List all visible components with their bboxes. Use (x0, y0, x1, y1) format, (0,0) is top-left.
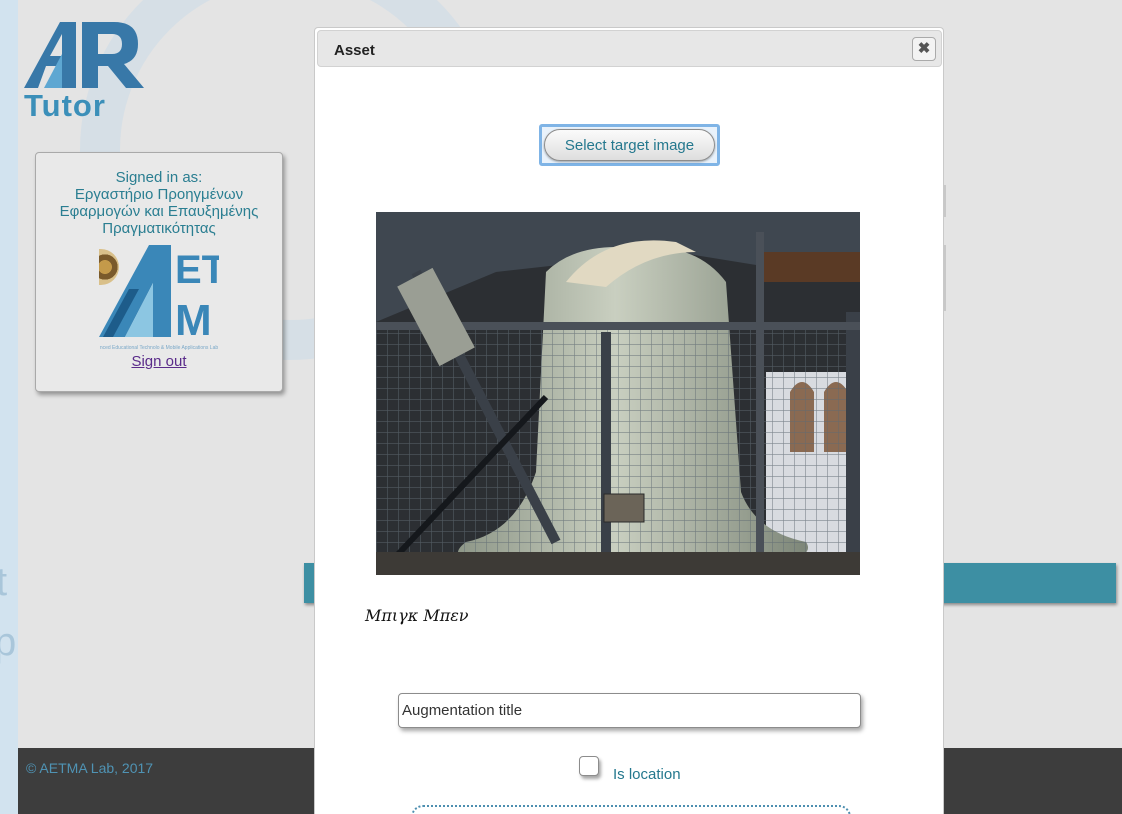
close-button[interactable]: ✖ (912, 37, 936, 61)
ar-tutor-logo[interactable]: Tutor (22, 20, 147, 123)
organization-logo-caption: nced Educational Technolo & Mobile Appli… (99, 345, 219, 351)
upload-dropzone[interactable] (411, 805, 851, 814)
page-background: Tutor Signed in as: Εργαστήριο Προηγμένω… (0, 0, 1122, 814)
image-caption: Μπιγκ Μπεν (365, 606, 469, 625)
modal-header: Asset ✖ (317, 30, 942, 67)
signed-in-card: Signed in as: Εργαστήριο Προηγμένων Εφαρ… (35, 152, 283, 392)
aetma-logo-mark: ET M (99, 245, 219, 339)
bell-photo (376, 212, 860, 575)
signed-in-label: Signed in as: (115, 169, 203, 186)
ar-logo-mark (24, 22, 144, 88)
asset-modal: Asset ✖ Select target image Μπιγκ Μπεν A… (314, 27, 944, 814)
background-panel-edge (944, 185, 946, 217)
logo-tutor-text: Tutor (24, 88, 106, 123)
is-location-checkbox[interactable] (579, 756, 599, 776)
svg-text:ET: ET (175, 248, 219, 292)
modal-title: Asset (334, 42, 375, 59)
left-edge-strip (0, 0, 18, 814)
background-text-fragment: t (0, 560, 8, 604)
close-x-icon: ✖ (917, 40, 931, 57)
select-target-image-button[interactable]: Select target image (544, 129, 715, 161)
background-panel-edge (944, 245, 946, 311)
footer-copyright: © AETMA Lab, 2017 (26, 760, 154, 776)
augmentation-title-input[interactable] (398, 693, 861, 728)
target-image-preview (376, 212, 860, 575)
is-location-label[interactable]: Is location (613, 766, 681, 783)
svg-text:M: M (175, 296, 212, 339)
organization-name: Εργαστήριο Προηγμένων Εφαρμογών και Επαυ… (59, 186, 259, 237)
background-text-fragment: p (0, 620, 17, 664)
select-target-image-focus-ring: Select target image (539, 124, 720, 166)
organization-logo: ET M nced Educational Technolo & Mobile … (99, 243, 219, 351)
sign-out-link[interactable]: Sign out (131, 353, 186, 370)
